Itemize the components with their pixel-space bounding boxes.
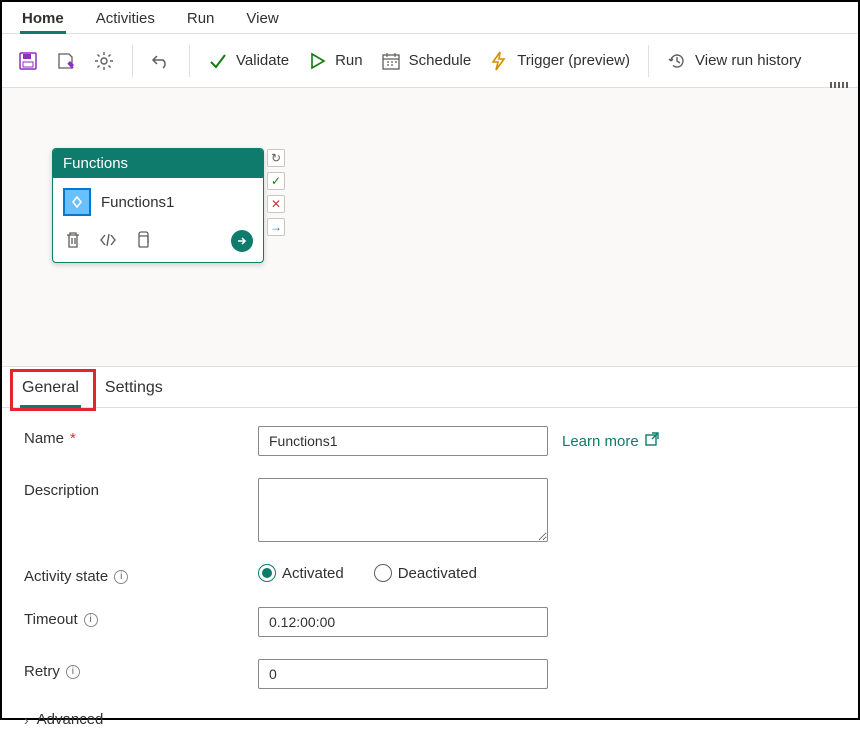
failure-port-icon[interactable]: ✕ bbox=[267, 195, 285, 213]
timeout-row: Timeout i bbox=[24, 607, 836, 637]
code-icon[interactable] bbox=[99, 233, 117, 250]
play-icon bbox=[307, 51, 327, 71]
template-icon bbox=[56, 51, 76, 71]
activity-state-label: Activity state i bbox=[24, 564, 258, 585]
node-side-controls: ↻ ✓ ✕ → bbox=[267, 149, 285, 236]
learn-more-text: Learn more bbox=[562, 433, 639, 450]
menubar-item-home[interactable]: Home bbox=[20, 10, 66, 33]
external-link-icon bbox=[645, 432, 659, 450]
panel-resize-handle[interactable] bbox=[830, 82, 848, 88]
trigger-button[interactable]: Trigger (preview) bbox=[487, 47, 632, 75]
calendar-icon bbox=[381, 51, 401, 71]
history-icon bbox=[667, 51, 687, 71]
menubar-item-run[interactable]: Run bbox=[185, 10, 217, 33]
view-history-label: View run history bbox=[695, 52, 801, 69]
activity-state-label-text: Activity state bbox=[24, 568, 108, 585]
deactivated-label: Deactivated bbox=[398, 565, 477, 582]
name-label-text: Name bbox=[24, 430, 64, 447]
name-label: Name * bbox=[24, 426, 258, 447]
trigger-label: Trigger (preview) bbox=[517, 52, 630, 69]
radio-icon bbox=[374, 564, 392, 582]
activity-state-row: Activity state i Activated Deactivated bbox=[24, 564, 836, 585]
toolbar-separator bbox=[648, 45, 649, 77]
tab-settings[interactable]: Settings bbox=[103, 375, 165, 407]
function-icon bbox=[63, 188, 91, 216]
undo-icon bbox=[151, 51, 171, 71]
activity-node-name: Functions1 bbox=[101, 194, 174, 211]
menubar-item-activities[interactable]: Activities bbox=[94, 10, 157, 33]
check-icon bbox=[208, 51, 228, 71]
timeout-label: Timeout i bbox=[24, 607, 258, 628]
retry-row: Retry i bbox=[24, 659, 836, 689]
name-input[interactable] bbox=[258, 426, 548, 456]
general-form: Name * Learn more Description Act bbox=[2, 408, 858, 746]
copy-icon[interactable] bbox=[135, 231, 151, 252]
success-port-icon[interactable]: ✓ bbox=[267, 172, 285, 190]
redo-icon[interactable]: ↻ bbox=[267, 149, 285, 167]
properties-panel: General Settings Name * Learn more Descr… bbox=[2, 366, 858, 746]
learn-more-link[interactable]: Learn more bbox=[562, 432, 659, 450]
toolbar: Validate Run Schedule Trigger (preview) … bbox=[2, 34, 858, 88]
activity-node-actions bbox=[53, 222, 263, 262]
run-label: Run bbox=[335, 52, 363, 69]
toolbar-separator bbox=[132, 45, 133, 77]
save-button[interactable] bbox=[16, 47, 40, 75]
timeout-input[interactable] bbox=[258, 607, 548, 637]
save-icon bbox=[18, 51, 38, 71]
menubar-item-view[interactable]: View bbox=[244, 10, 280, 33]
schedule-button[interactable]: Schedule bbox=[379, 47, 474, 75]
run-button[interactable]: Run bbox=[305, 47, 365, 75]
validate-button[interactable]: Validate bbox=[206, 47, 291, 75]
deactivated-radio[interactable]: Deactivated bbox=[374, 564, 477, 582]
schedule-label: Schedule bbox=[409, 52, 472, 69]
panel-tabs: General Settings bbox=[2, 367, 858, 408]
info-icon[interactable]: i bbox=[114, 570, 128, 584]
tab-general[interactable]: General bbox=[20, 375, 81, 407]
delete-icon[interactable] bbox=[65, 231, 81, 252]
template-button[interactable] bbox=[54, 47, 78, 75]
activity-node-body: Functions1 bbox=[53, 178, 263, 222]
next-icon[interactable] bbox=[231, 230, 253, 252]
view-history-button[interactable]: View run history bbox=[665, 47, 803, 75]
description-label: Description bbox=[24, 478, 258, 499]
completion-port-icon[interactable]: → bbox=[267, 218, 285, 236]
info-icon[interactable]: i bbox=[66, 665, 80, 679]
validate-label: Validate bbox=[236, 52, 289, 69]
menubar: Home Activities Run View bbox=[2, 2, 858, 34]
description-input[interactable] bbox=[258, 478, 548, 542]
required-icon: * bbox=[70, 430, 76, 447]
activity-node-header: Functions bbox=[53, 149, 263, 178]
retry-label: Retry i bbox=[24, 659, 258, 680]
activated-radio[interactable]: Activated bbox=[258, 564, 344, 582]
radio-icon bbox=[258, 564, 276, 582]
description-row: Description bbox=[24, 478, 836, 542]
retry-input[interactable] bbox=[258, 659, 548, 689]
name-row: Name * Learn more bbox=[24, 426, 836, 456]
timeout-label-text: Timeout bbox=[24, 611, 78, 628]
info-icon[interactable]: i bbox=[84, 613, 98, 627]
gear-icon bbox=[94, 51, 114, 71]
bolt-icon bbox=[489, 51, 509, 71]
activity-node[interactable]: Functions Functions1 ↻ ✓ ✕ bbox=[52, 148, 264, 263]
undo-button[interactable] bbox=[149, 47, 173, 75]
settings-button[interactable] bbox=[92, 47, 116, 75]
retry-label-text: Retry bbox=[24, 663, 60, 680]
toolbar-separator bbox=[189, 45, 190, 77]
activated-label: Activated bbox=[282, 565, 344, 582]
canvas[interactable]: Functions Functions1 ↻ ✓ ✕ bbox=[2, 88, 858, 366]
